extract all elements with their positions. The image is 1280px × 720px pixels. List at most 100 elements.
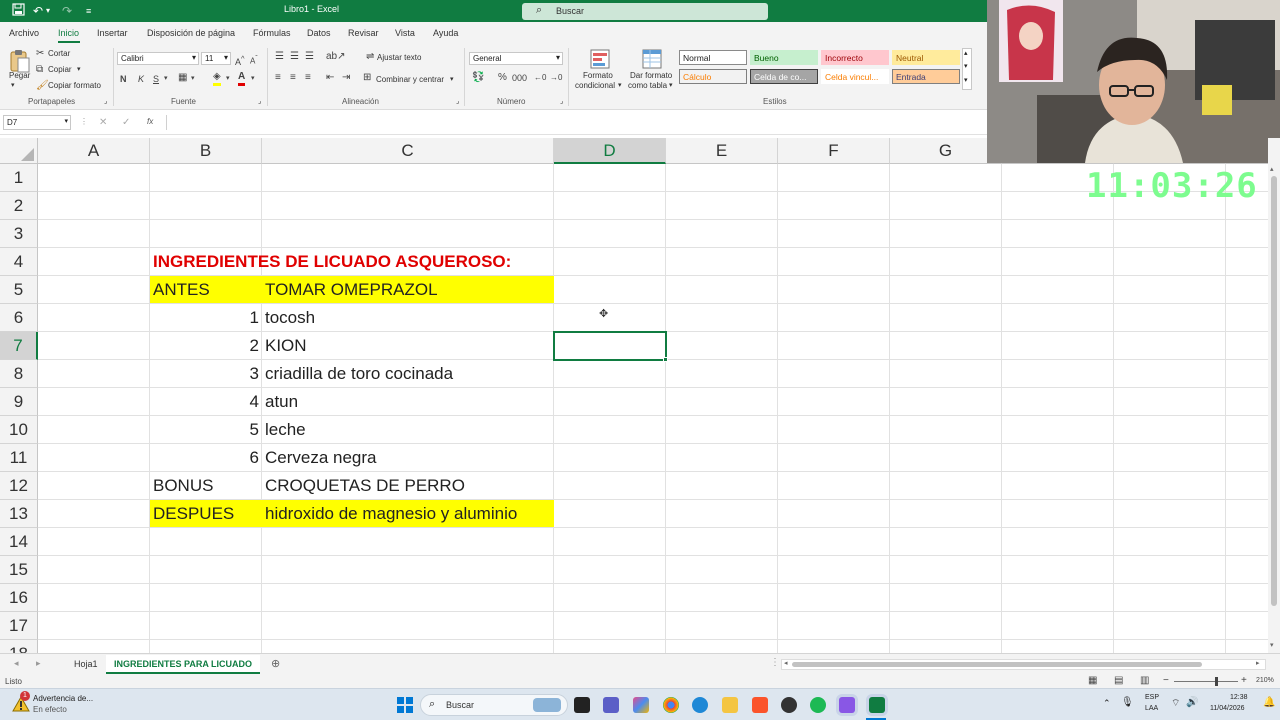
sheet-tab-hoja1[interactable]: Hoja1 <box>66 655 106 674</box>
align-middle-icon[interactable]: ☰ <box>290 51 299 63</box>
tab-insertar[interactable]: Insertar <box>97 28 128 38</box>
row-header-14[interactable]: 14 <box>0 528 38 556</box>
table-dropdown-icon[interactable]: ▾ <box>669 81 673 89</box>
normal-view-icon[interactable]: ▦ <box>1088 675 1097 686</box>
cell-c8[interactable]: criadilla de toro cocinada <box>262 360 554 387</box>
bold-button[interactable]: N <box>120 73 127 85</box>
spotify-icon[interactable] <box>810 697 826 713</box>
paste-label[interactable]: Pegar <box>9 71 30 80</box>
column-header-f[interactable]: F <box>778 138 890 164</box>
select-all-button[interactable] <box>0 138 38 164</box>
increase-indent-icon[interactable]: ⇥ <box>342 72 350 84</box>
cell-b12[interactable]: BONUS <box>150 472 262 499</box>
brave-icon[interactable] <box>752 697 768 713</box>
microphone-icon[interactable]: 🎙 <box>1121 697 1134 708</box>
orientation-icon[interactable]: ab↗ <box>326 51 346 63</box>
row-header-5[interactable]: 5 <box>0 276 38 304</box>
cell-b9[interactable]: 4 <box>150 388 262 415</box>
undo-dropdown-icon[interactable]: ▾ <box>46 3 50 19</box>
excel-taskbar-icon[interactable] <box>869 697 885 713</box>
file-explorer-icon[interactable] <box>722 697 738 713</box>
cancel-icon[interactable]: ✕ <box>99 117 107 128</box>
format-painter-button[interactable]: Copiar formato <box>48 81 101 90</box>
save-icon[interactable] <box>12 3 25 20</box>
row-header-8[interactable]: 8 <box>0 360 38 388</box>
teams-icon[interactable] <box>603 697 619 713</box>
vertical-scrollbar[interactable]: ▴ ▾ <box>1268 138 1280 653</box>
conditional-format-line2[interactable]: condicional <box>575 81 615 90</box>
row-header-16[interactable]: 16 <box>0 584 38 612</box>
cell-c9[interactable]: atun <box>262 388 554 415</box>
merge-dropdown-icon[interactable]: ▾ <box>450 75 454 83</box>
copy-icon[interactable]: ⧉ <box>36 64 43 76</box>
font-name-dropdown[interactable]: Calibri ▾ <box>117 52 199 65</box>
undo-icon[interactable]: ↶ <box>33 3 43 19</box>
taskbar-search[interactable]: ⌕ Buscar <box>420 694 568 716</box>
cell-c10[interactable]: leche <box>262 416 554 443</box>
cell-style-2[interactable]: Bueno <box>750 50 818 65</box>
scroll-right-icon[interactable]: ▸ <box>1256 659 1260 667</box>
paste-dropdown-icon[interactable]: ▾ <box>11 81 15 89</box>
column-header-e[interactable]: E <box>666 138 778 164</box>
borders-icon[interactable]: ▦ <box>178 72 187 84</box>
row-header-9[interactable]: 9 <box>0 388 38 416</box>
cell-style-8[interactable]: Entrada <box>892 69 960 84</box>
font-launcher-icon[interactable]: ⌟ <box>258 97 261 105</box>
steam-icon[interactable] <box>781 697 797 713</box>
wrap-text-icon[interactable]: ⇌ <box>366 51 374 63</box>
add-sheet-icon[interactable]: ⊕ <box>271 657 280 670</box>
fill-dropdown-icon[interactable]: ▾ <box>226 73 230 85</box>
sheet-tab-ingredientes[interactable]: INGREDIENTES PARA LICUADO <box>106 655 261 674</box>
notifications-bell-icon[interactable]: 🔔 <box>1263 697 1275 708</box>
merge-center-button[interactable]: Combinar y centrar <box>376 75 444 84</box>
font-color-dropdown-icon[interactable]: ▾ <box>251 73 255 85</box>
number-format-dropdown[interactable]: General ▾ <box>469 52 563 65</box>
taskbar-date[interactable]: 11/04/2026 <box>1210 705 1245 712</box>
italic-button[interactable]: K <box>138 73 144 85</box>
wifi-icon[interactable]: ⌔ <box>1171 697 1180 710</box>
name-box[interactable]: D7 ▾ <box>3 115 71 130</box>
tab-ayuda[interactable]: Ayuda <box>433 28 458 38</box>
horizontal-scrollbar[interactable]: ◂ ▸ <box>781 659 1266 670</box>
chrome-icon[interactable] <box>663 697 679 713</box>
row-header-4[interactable]: 4 <box>0 248 38 276</box>
cell-b6[interactable]: 1 <box>150 304 262 331</box>
redo-icon[interactable]: ↷ <box>62 3 72 19</box>
cell-c12[interactable]: CROQUETAS DE PERRO <box>262 472 554 499</box>
cell-style-6[interactable]: Celda de co... <box>750 69 818 84</box>
alignment-launcher-icon[interactable]: ⌟ <box>456 97 459 105</box>
chevron-down-icon[interactable]: ▾ <box>964 62 968 70</box>
increase-font-icon[interactable]: A^ <box>235 53 245 68</box>
row-header-12[interactable]: 12 <box>0 472 38 500</box>
vertical-scroll-thumb[interactable] <box>1271 176 1277 606</box>
column-header-g[interactable]: G <box>890 138 1002 164</box>
cell-style-3[interactable]: Incorrecto <box>821 50 889 65</box>
row-header-17[interactable]: 17 <box>0 612 38 640</box>
tab-inicio[interactable]: Inicio <box>58 28 79 38</box>
cell-c5[interactable]: TOMAR OMEPRAZOL <box>262 276 554 303</box>
taskbar-time[interactable]: 12:38 <box>1230 694 1248 701</box>
windows-start-icon[interactable] <box>397 697 413 718</box>
next-sheet-icon[interactable]: ▸ <box>36 658 41 669</box>
cell-b4[interactable]: INGREDIENTES DE LICUADO ASQUEROSO: <box>150 248 511 275</box>
language-code[interactable]: ESP <box>1145 694 1159 701</box>
wrap-text-button[interactable]: Ajustar texto <box>377 53 421 62</box>
cell-style-5[interactable]: Cálculo <box>679 69 747 84</box>
zoom-slider-thumb[interactable] <box>1215 677 1218 686</box>
active-cell-border[interactable] <box>553 331 667 361</box>
keyboard-layout[interactable]: LAA <box>1145 705 1158 712</box>
cell-b7[interactable]: 2 <box>150 332 262 359</box>
zoom-level[interactable]: 210% <box>1256 677 1274 684</box>
cut-icon[interactable]: ✂ <box>36 48 44 60</box>
edge-icon[interactable] <box>692 697 708 713</box>
warning-icon[interactable]: 1 <box>12 691 30 713</box>
format-as-table-line2[interactable]: como tabla <box>628 81 667 90</box>
row-header-2[interactable]: 2 <box>0 192 38 220</box>
styles-gallery-scroll[interactable]: ▴ ▾ ▾ <box>962 48 972 90</box>
row-header-6[interactable]: 6 <box>0 304 38 332</box>
tab-archivo[interactable]: Archivo <box>9 28 39 38</box>
cell-c6[interactable]: tocosh <box>262 304 554 331</box>
volume-icon[interactable]: 🔊 <box>1186 697 1198 708</box>
row-header-10[interactable]: 10 <box>0 416 38 444</box>
horizontal-scroll-thumb[interactable] <box>792 662 1202 667</box>
